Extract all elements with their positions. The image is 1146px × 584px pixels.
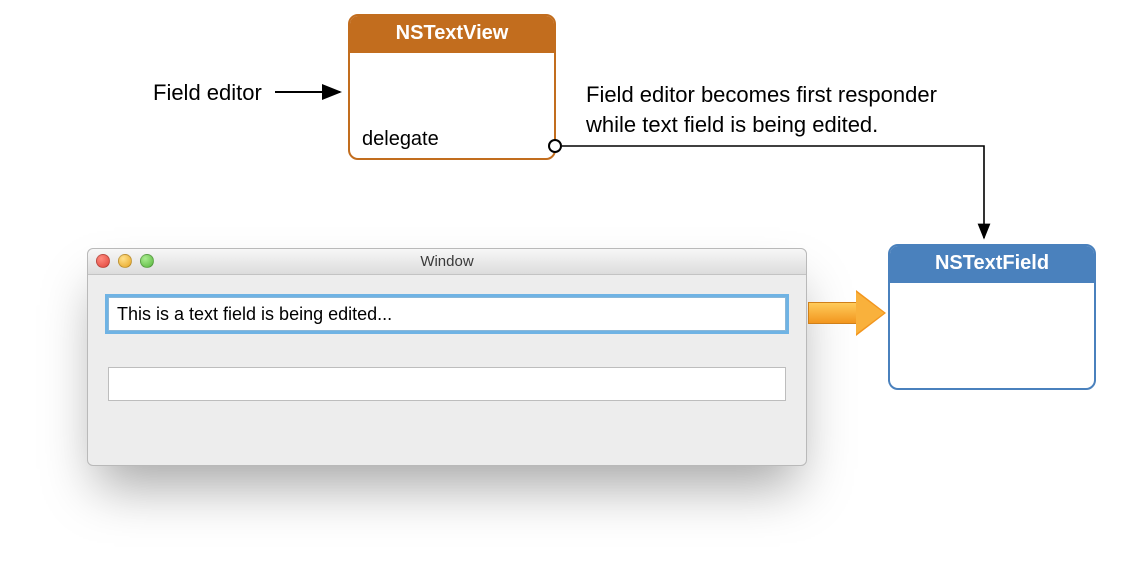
delegate-socket-icon [548,139,562,153]
window-titlebar: Window [88,249,806,275]
close-icon[interactable] [96,254,110,268]
delegate-connector-arrow [562,146,984,238]
window-title: Window [420,253,473,270]
description-line-2: while text field is being edited. [586,110,1086,140]
text-field-2[interactable] [108,367,786,401]
minimize-icon[interactable] [118,254,132,268]
nstextfield-title: NSTextField [890,246,1094,283]
mac-window: Window [87,248,807,466]
text-field-1[interactable] [108,297,786,331]
field-editor-label: Field editor [153,80,262,106]
delegate-label: delegate [362,128,439,151]
nstextview-title: NSTextView [350,16,554,53]
nstextfield-box: NSTextField [888,244,1096,390]
description-text: Field editor becomes first responder whi… [586,80,1086,139]
nstextview-box: NSTextView delegate [348,14,556,160]
orange-arrow-icon [808,290,886,336]
zoom-icon[interactable] [140,254,154,268]
description-line-1: Field editor becomes first responder [586,80,1086,110]
